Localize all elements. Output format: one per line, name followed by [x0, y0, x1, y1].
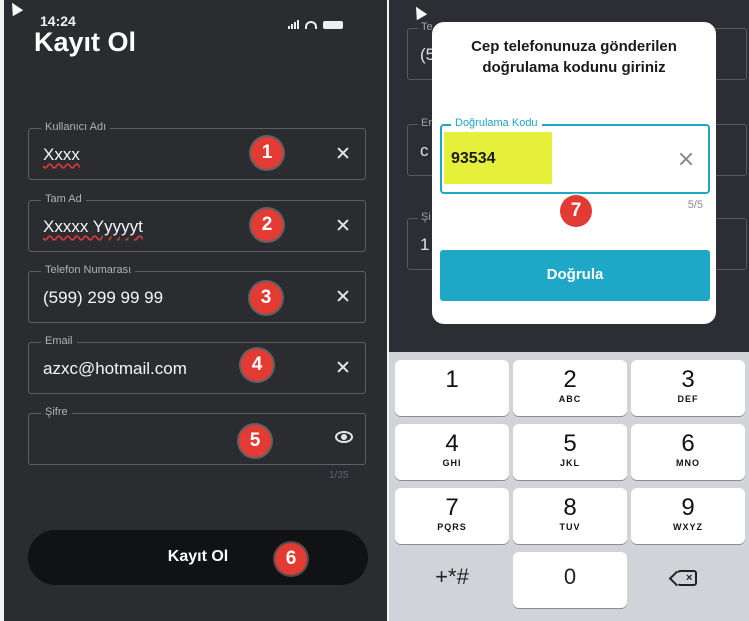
verification-code-input[interactable]: Doğrulama Kodu 93534 — [440, 117, 710, 194]
step-badge-7: 7 — [560, 195, 592, 227]
key-2[interactable]: 2 ABC — [513, 360, 627, 416]
backspace-key[interactable]: × — [631, 552, 745, 608]
wifi-icon — [305, 20, 317, 29]
clear-icon[interactable] — [333, 286, 353, 306]
register-screen: 14:24 Kayıt Ol Kullanıcı Adı Xxxx Tam Ad… — [4, 0, 387, 621]
key-number: 1 — [445, 366, 459, 393]
email-label: Email — [41, 335, 77, 347]
key-5[interactable]: 5 JKL — [513, 424, 627, 480]
password-label: Şifre — [41, 406, 72, 418]
key-number: 0 — [563, 564, 577, 589]
key-number: 5 — [563, 430, 577, 457]
clear-icon[interactable] — [333, 143, 353, 163]
key-number: 6 — [681, 430, 695, 457]
verification-screen: Te (5 Er c Şi 1 Cep telefonunuza gönderi… — [389, 0, 749, 621]
phone-label: Telefon Numarası — [41, 264, 136, 276]
battery-icon — [323, 20, 343, 29]
key-6[interactable]: 6 MNO — [631, 424, 745, 480]
step-badge-6: 6 — [275, 543, 307, 575]
key-0[interactable]: 0 — [513, 552, 627, 608]
verify-button-label: Doğrula — [546, 266, 604, 283]
key-3[interactable]: 3 DEF — [631, 360, 745, 416]
dialog-title-line-2: doğrulama kodunu giriniz — [482, 59, 666, 76]
eye-icon[interactable] — [335, 431, 353, 443]
page-title: Kayıt Ol — [34, 27, 137, 57]
password-field[interactable]: Şifre — [28, 406, 366, 465]
clear-icon[interactable] — [333, 357, 353, 377]
key-symbols-label: +*# — [435, 564, 469, 589]
key-number: 7 — [445, 494, 459, 521]
key-letters: DEF — [677, 394, 699, 404]
key-letters: WXYZ — [673, 522, 703, 532]
key-4[interactable]: 4 GHI — [395, 424, 509, 480]
step-badge-5: 5 — [239, 425, 271, 457]
key-symbols[interactable]: +*# — [395, 552, 509, 608]
key-number: 8 — [563, 494, 577, 521]
fullname-field[interactable]: Tam Ad Xxxxx Yyyyyt — [28, 193, 366, 252]
password-counter: 1/35 — [329, 470, 349, 481]
fullname-value: Xxxxx Yyyyyt — [43, 217, 143, 236]
key-number: 9 — [681, 494, 695, 521]
username-value: Xxxx — [43, 145, 80, 164]
status-icons — [288, 20, 343, 29]
verification-code-value: 93534 — [451, 150, 496, 167]
verification-code-label: Doğrulama Kodu — [451, 117, 542, 129]
key-7[interactable]: 7 PQRS — [395, 488, 509, 544]
key-number: 3 — [681, 366, 695, 393]
key-letters: GHI — [442, 458, 462, 468]
key-letters: TUV — [559, 522, 581, 532]
signal-icon — [288, 20, 299, 29]
verify-button[interactable]: Doğrula — [440, 250, 710, 301]
background-field-value: 1 — [420, 235, 430, 254]
clear-icon[interactable] — [676, 149, 696, 169]
key-number: 2 — [563, 366, 577, 393]
register-button[interactable]: Kayıt Ol — [28, 530, 368, 585]
key-letters: ABC — [558, 394, 582, 404]
step-badge-2: 2 — [251, 209, 283, 241]
email-value: azxc@hotmail.com — [43, 359, 187, 378]
step-badge-4: 4 — [241, 349, 273, 381]
username-label: Kullanıcı Adı — [41, 121, 111, 133]
phone-field[interactable]: Telefon Numarası (599) 299 99 99 — [28, 264, 366, 323]
phone-value: (599) 299 99 99 — [43, 288, 164, 307]
step-badge-1: 1 — [251, 137, 283, 169]
key-1[interactable]: 1 — [395, 360, 509, 416]
verification-dialog: Cep telefonunuza gönderilen doğrulama ko… — [432, 22, 716, 324]
key-letters: MNO — [676, 458, 700, 468]
username-field[interactable]: Kullanıcı Adı Xxxx — [28, 121, 366, 180]
key-letters: PQRS — [437, 522, 467, 532]
email-field[interactable]: Email azxc@hotmail.com — [28, 335, 366, 394]
backspace-icon: × — [677, 570, 697, 586]
key-8[interactable]: 8 TUV — [513, 488, 627, 544]
background-field-value: c — [420, 141, 429, 160]
fullname-label: Tam Ad — [41, 193, 86, 205]
numeric-keypad: 1 2 ABC 3 DEF 4 GHI 5 JKL 6 MNO 7 PQRS 8 TUV 9W… — [389, 352, 749, 621]
register-button-label: Kayıt Ol — [167, 548, 229, 565]
key-number: 4 — [445, 430, 459, 457]
key-letters: JKL — [559, 458, 580, 468]
dialog-title-line-1: Cep telefonunuza gönderilen — [471, 38, 677, 55]
code-counter: 5/5 — [687, 199, 703, 211]
clear-icon[interactable] — [333, 215, 353, 235]
step-badge-3: 3 — [250, 282, 282, 314]
key-9[interactable]: 9 WXYZ — [631, 488, 745, 544]
dialog-title: Cep telefonunuza gönderilen doğrulama ko… — [432, 36, 716, 78]
